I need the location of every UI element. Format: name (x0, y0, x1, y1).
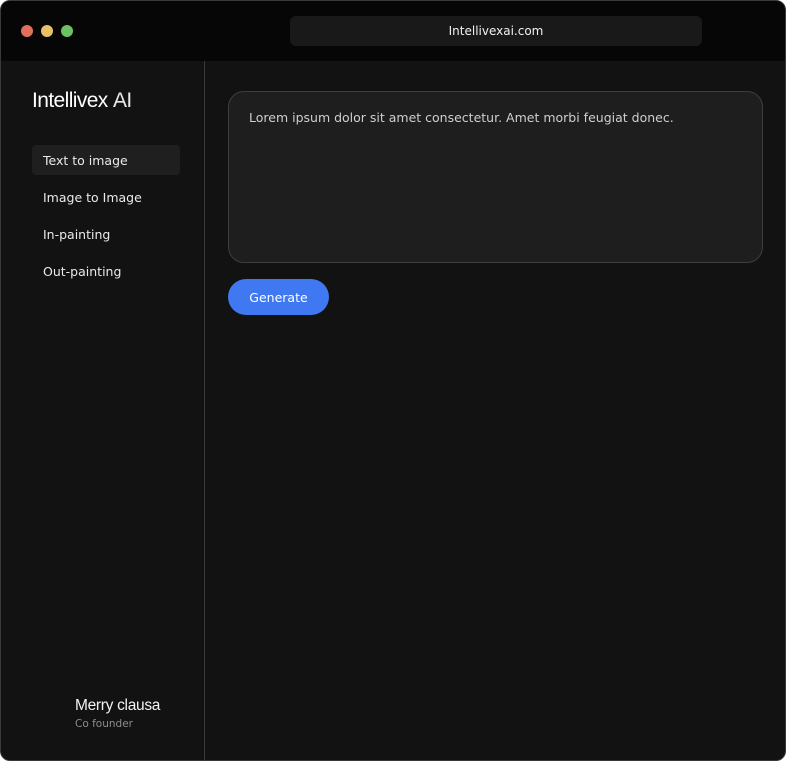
address-bar-url: Intellivexai.com (448, 24, 544, 38)
generate-button[interactable]: Generate (228, 279, 329, 315)
sidebar-item-image-to-image[interactable]: Image to Image (32, 182, 180, 212)
sidebar-nav: Text to image Image to Image In-painting… (32, 145, 180, 293)
title-bar: Intellivexai.com (1, 1, 785, 61)
profile-role: Co founder (75, 718, 133, 730)
close-window-icon[interactable] (21, 25, 33, 37)
brand-suffix: AI (112, 89, 132, 112)
sidebar-item-label: In-painting (43, 226, 111, 242)
sidebar-item-out-painting[interactable]: Out-painting (32, 256, 180, 286)
sidebar: Intellivex AI Text to image Image to Ima… (1, 61, 205, 760)
sidebar-item-label: Image to Image (43, 189, 142, 205)
sidebar-item-in-painting[interactable]: In-painting (32, 219, 180, 249)
profile-name: Merry clausa (75, 697, 161, 714)
prompt-input[interactable]: Lorem ipsum dolor sit amet consectetur. … (228, 91, 763, 263)
main-content: Lorem ipsum dolor sit amet consectetur. … (206, 61, 785, 760)
sidebar-item-text-to-image[interactable]: Text to image (32, 145, 180, 175)
sidebar-item-label: Out-painting (43, 263, 122, 279)
maximize-window-icon[interactable] (61, 25, 73, 37)
minimize-window-icon[interactable] (41, 25, 53, 37)
brand-name: Intellivex (32, 89, 108, 112)
sidebar-item-label: Text to image (43, 152, 128, 168)
app-window: Intellivexai.com Intellivex AI Text to i… (0, 0, 786, 761)
brand-logo: Intellivex AI (32, 89, 132, 113)
user-profile[interactable]: Merry clausa Co founder (75, 697, 160, 730)
address-bar[interactable]: Intellivexai.com (290, 16, 702, 46)
